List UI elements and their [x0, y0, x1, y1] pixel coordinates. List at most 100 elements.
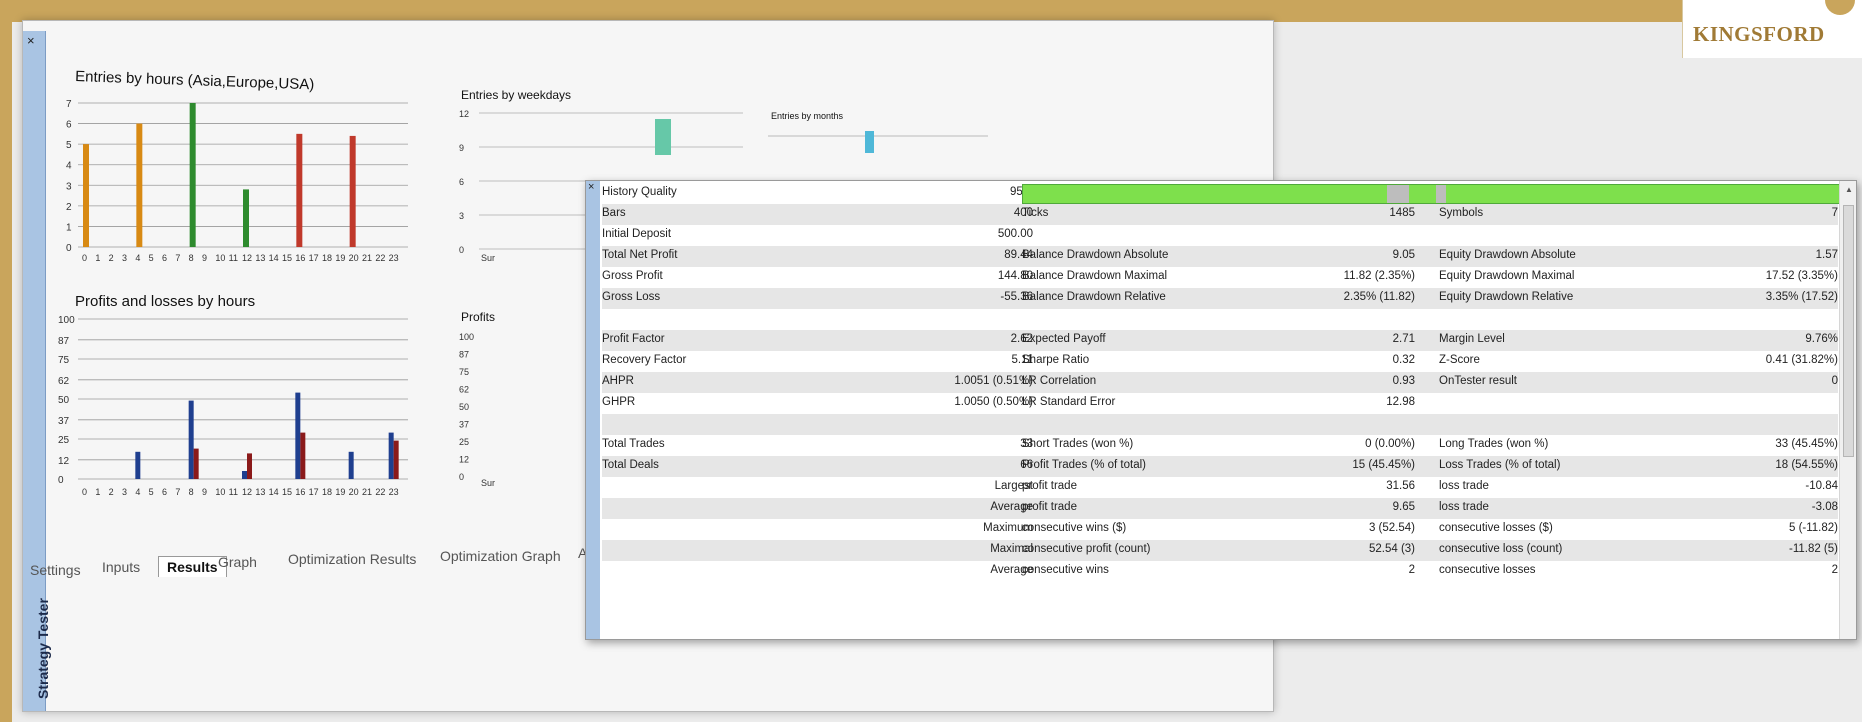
chart-profits-ytick: 87	[58, 336, 70, 347]
report-cell-c4: 11.82 (2.35%)	[1343, 270, 1415, 282]
tester-tabs: Settings Inputs Results Graph Optimization R…	[30, 542, 595, 582]
chart-profits-weekdays-ytick: 25	[459, 437, 469, 447]
report-cell-c6: 0.41 (31.82%)	[1765, 354, 1838, 366]
chart-profits-xtick: 3	[122, 487, 127, 497]
chart-hours-xtick: 5	[149, 253, 154, 263]
chart-hours-bar	[136, 123, 143, 247]
report-row: Total Deals 66 Profit Trades (% of total) 1…	[602, 456, 1838, 477]
chart-weekdays-ytick: 12	[459, 109, 469, 119]
chart-profits-ytick: 50	[58, 395, 70, 406]
chart-profits-xtick: 4	[135, 487, 140, 497]
report-close-icon[interactable]: ×	[588, 181, 594, 193]
chart-hours-xtick: 22	[375, 253, 385, 263]
chart-weekdays-ticks: 0 3 6 9 12	[459, 109, 469, 255]
report-row: Bars 400 Ticks 1485 Symbols 7	[602, 204, 1838, 225]
report-cell-c1: Profit Factor	[602, 333, 665, 345]
chart-profits-weekdays-ytick: 75	[459, 367, 469, 377]
report-cell-c6: 7	[1831, 207, 1838, 219]
report-cell-c5: Margin Level	[1439, 333, 1505, 345]
chart-hours-title: Entries by hours (Asia,Europe,USA)	[75, 68, 315, 93]
report-cell-c1: Gross Loss	[602, 291, 661, 303]
tab-graph[interactable]: Graph	[218, 554, 257, 570]
chart-profits-xtick: 14	[269, 487, 279, 497]
chart-hours-ytick: 7	[66, 99, 72, 110]
chart-loss-bar	[393, 440, 399, 479]
report-cell-c4: 1485	[1389, 207, 1415, 219]
report-row: Total Net Profit 89.44 Balance Drawdown Ab…	[602, 246, 1838, 267]
chart-profits-xtick: 8	[189, 487, 194, 497]
chart-profits-xtick: 11	[229, 487, 238, 497]
chart-hours-bar	[83, 144, 89, 247]
chart-profits-xtick: 20	[349, 487, 359, 497]
report-cell-c2: 500.00	[997, 228, 1033, 240]
tab-results[interactable]: Results	[158, 556, 227, 578]
report-cell-c4: 0.93	[1392, 375, 1415, 387]
report-cell-c1: Initial Deposit	[602, 228, 672, 240]
report-side-strip: ×	[586, 181, 600, 639]
scroll-up-icon[interactable]: ▲	[1845, 185, 1853, 194]
report-row: Maximum consecutive wins ($) 3 (52.54) cons…	[602, 519, 1838, 540]
chart-hours-xtick: 12	[242, 253, 252, 263]
report-cell-c6: 17.52 (3.35%)	[1765, 270, 1838, 282]
chart-profits-ytick: 0	[58, 475, 64, 486]
report-cell-c5: loss trade	[1439, 501, 1489, 513]
chart-profits-xtick: 15	[282, 487, 292, 497]
report-cell-c3: profit trade	[1022, 501, 1077, 513]
chart-profits-xtick: 5	[149, 487, 154, 497]
chart-hours-xtick: 20	[349, 253, 359, 263]
chart-weekdays-ytick: 6	[459, 177, 464, 187]
scroll-thumb[interactable]	[1843, 205, 1854, 457]
quality-gap	[1436, 185, 1446, 203]
chart-hours-xtick: 13	[255, 253, 265, 263]
report-cell-c5: Equity Drawdown Absolute	[1439, 249, 1576, 261]
report-row: AHPR 1.0051 (0.51%) LR Correlation 0.93 OnTe…	[602, 372, 1838, 393]
chart-profits-ytick: 100	[58, 315, 75, 326]
report-cell-c4: 52.54 (3)	[1368, 543, 1415, 555]
report-scrollbar[interactable]: ▲	[1839, 181, 1856, 639]
chart-profits-xtick: 22	[375, 487, 385, 497]
chart-profits-weekdays-ytick: 62	[459, 385, 469, 395]
chart-profit-bar	[295, 392, 301, 479]
report-cell-c1: Total Net Profit	[602, 249, 678, 261]
logo-mark	[1825, 0, 1855, 15]
chart-hours-xtick: 4	[135, 253, 140, 263]
chart-profit-bar	[242, 471, 247, 479]
chart-weekdays-ytick: 9	[459, 143, 464, 153]
report-cell-c6: -10.84	[1805, 480, 1838, 492]
chart-hours-xtick: 23	[389, 253, 399, 263]
report-cell-c6: 0	[1831, 375, 1838, 387]
results-report-panel: × History Quality 95% Bars400Ticks1485Sy…	[585, 180, 1857, 640]
report-row: Maximal consecutive profit (count) 52.54 (…	[602, 540, 1838, 561]
chart-hours-bar	[189, 103, 196, 247]
chart-profits-ytick: 62	[58, 376, 70, 387]
report-cell-c6: -3.08	[1811, 501, 1838, 513]
chart-profit-bar	[348, 451, 354, 479]
chart-profits-weekdays-title: Profits	[461, 310, 495, 324]
chart-profits-title: Profits and losses by hours	[75, 293, 255, 310]
chart-profits-weekdays-ytick: 0	[459, 472, 464, 482]
quality-gap	[1387, 185, 1409, 203]
tab-settings[interactable]: Settings	[30, 562, 81, 578]
chart-weekdays-bar	[655, 119, 671, 155]
report-cell-c3: LR Correlation	[1022, 375, 1097, 387]
tab-optimization-results[interactable]: Optimization Results	[288, 551, 416, 567]
report-row	[602, 414, 1838, 435]
report-cell-c6: 9.76%	[1805, 333, 1838, 345]
report-cell-c1: Bars	[602, 207, 626, 219]
chart-hours-xtick: 9	[202, 253, 207, 263]
report-cell-c1: Gross Profit	[602, 270, 663, 282]
chart-profits-xtick: 18	[322, 487, 332, 497]
chart-hours-xtick: 14	[269, 253, 279, 263]
chart-hours-ytick: 2	[66, 202, 72, 213]
chart-hours-xtick: 10	[215, 253, 225, 263]
chart-profits-ytick: 37	[58, 416, 70, 427]
tab-optimization-graph[interactable]: Optimization Graph	[440, 548, 561, 564]
chart-hours-bar	[296, 133, 303, 247]
chart-weekdays-xfirst: Sur	[481, 253, 495, 263]
report-cell-c4: 2.35% (11.82)	[1343, 291, 1415, 303]
chart-hours-xticks: 0 1 2 3 4 5 6 7 8 9 10 11 12 13 14 15 16 17 18 19 20 21 22 23	[82, 253, 399, 263]
report-cell-c3: Ticks	[1022, 207, 1049, 219]
chart-weekdays-title: Entries by weekdays	[461, 88, 571, 102]
tab-inputs[interactable]: Inputs	[102, 559, 140, 575]
report-cell-c4: 15 (45.45%)	[1352, 459, 1415, 471]
